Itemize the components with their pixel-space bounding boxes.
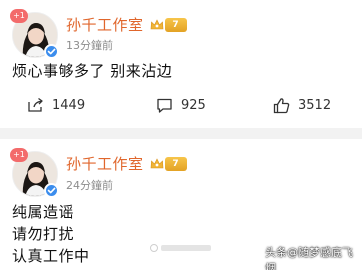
verified-icon: [44, 44, 59, 59]
vip-badge[interactable]: 7: [150, 156, 187, 171]
repost-button[interactable]: 1449: [27, 97, 85, 114]
weibo-post: +1 孙千工作室 7 13分鐘前 烦心事够多了 别来沾边 1449 925 35…: [0, 0, 362, 128]
avatar[interactable]: +1: [10, 148, 59, 198]
crown-icon: [150, 157, 163, 168]
vip-level: 7: [164, 156, 187, 171]
action-bar: 1449 925 3512: [0, 97, 362, 123]
post-content: 烦心事够多了 别来沾边: [12, 60, 172, 82]
repost-count: 1449: [52, 98, 86, 113]
post-content: 纯属造谣 请勿打扰 认真工作中: [12, 201, 90, 267]
verified-icon: [44, 183, 59, 198]
content-line: 纯属造谣: [12, 203, 75, 221]
share-icon: [28, 97, 43, 112]
username[interactable]: 孙千工作室: [66, 14, 144, 35]
vip-level: 7: [164, 17, 187, 32]
comment-icon: [157, 98, 172, 113]
avatar[interactable]: +1: [10, 9, 59, 59]
like-button[interactable]: 3512: [273, 97, 331, 114]
timestamp: 24分鐘前: [66, 179, 113, 192]
thumbs-up-icon: [273, 98, 290, 114]
plus-badge: +1: [10, 148, 28, 162]
plus-badge: +1: [10, 9, 28, 23]
username[interactable]: 孙千工作室: [66, 153, 144, 174]
comment-button[interactable]: 925: [156, 97, 206, 114]
content-line: 认真工作中: [12, 247, 90, 265]
content-line: 烦心事够多了 别来沾边: [12, 62, 173, 80]
comment-count: 925: [181, 98, 206, 113]
name-row: 孙千工作室 7: [66, 153, 187, 174]
content-line: 请勿打扰: [12, 225, 75, 243]
post-divider: [0, 128, 362, 139]
timestamp: 13分鐘前: [66, 39, 113, 52]
crown-icon: [150, 18, 163, 29]
watermark-text: 头条@随梦感底飞烟: [265, 246, 353, 270]
name-row: 孙千工作室 7: [66, 14, 187, 35]
vip-badge[interactable]: 7: [150, 17, 187, 32]
like-count: 3512: [298, 98, 332, 113]
watermark: [150, 243, 214, 256]
